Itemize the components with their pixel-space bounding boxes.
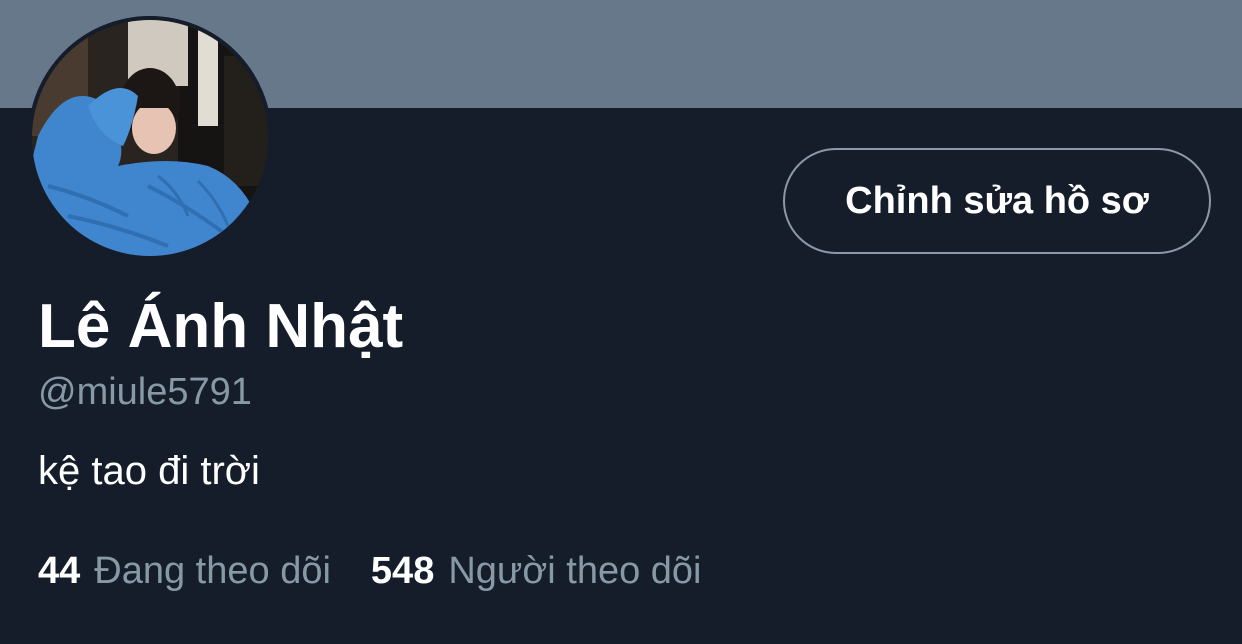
followers-label: Người theo dõi <box>448 550 702 592</box>
following-count: 44 <box>38 550 81 592</box>
followers-count: 548 <box>370 550 435 592</box>
profile-avatar[interactable] <box>28 16 272 260</box>
profile-bio: kệ tao đi trời <box>38 449 260 493</box>
avatar-photo <box>28 16 272 260</box>
following-label: Đang theo dõi <box>94 550 331 592</box>
followers-link[interactable]: 548 Người theo dõi <box>371 546 702 596</box>
edit-profile-button[interactable]: Chỉnh sửa hồ sơ <box>783 148 1211 254</box>
username-handle: @miule5791 <box>38 371 252 413</box>
profile-header: Chỉnh sửa hồ sơ Lê Ánh Nhật @miule5791 k… <box>0 0 1242 644</box>
display-name: Lê Ánh Nhật <box>38 292 404 361</box>
follow-stats: 44 Đang theo dõi 548 Người theo dõi <box>38 546 702 596</box>
following-link[interactable]: 44 Đang theo dõi <box>38 546 331 596</box>
